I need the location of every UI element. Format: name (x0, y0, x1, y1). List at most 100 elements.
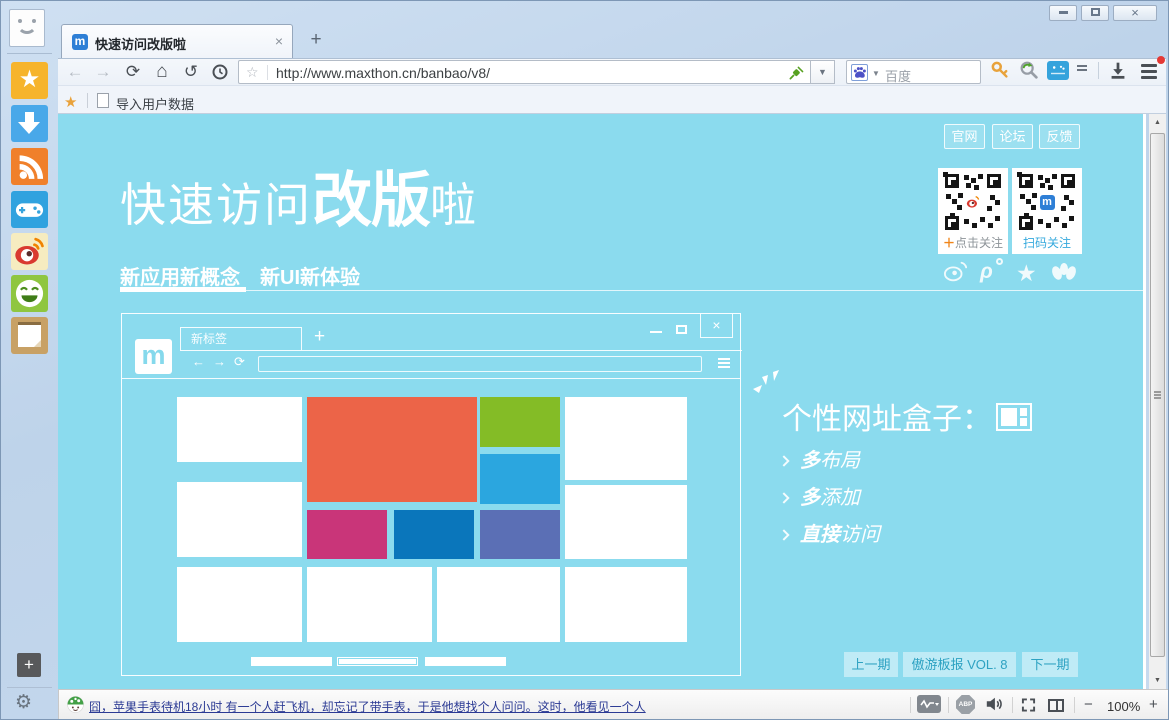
page-title: 快速访问改版啦 (120, 152, 478, 239)
back-button[interactable]: ← (63, 61, 87, 83)
prev-issue-button[interactable]: 上一期 (844, 652, 898, 677)
sidebar-emoji-button[interactable] (11, 275, 48, 312)
sidebar-downloads-button[interactable] (11, 105, 48, 142)
mockup-tile-darkblue[interactable] (394, 510, 474, 559)
sidebar-add-button[interactable]: + (17, 653, 41, 677)
mockup-tile[interactable] (177, 567, 302, 642)
active-tab-underline (120, 287, 246, 292)
close-button[interactable]: × (1113, 5, 1157, 21)
scroll-up-button[interactable]: ▲ (1149, 114, 1166, 131)
mock-new-tab-plus-icon[interactable]: + (314, 326, 325, 348)
main-menu-button[interactable] (1137, 59, 1163, 83)
zoom-out-button[interactable]: − (1084, 696, 1093, 713)
engine-dropdown-icon[interactable]: ▼ (872, 69, 880, 78)
feature-item-direct-visit[interactable]: 直接访问 (780, 518, 880, 547)
sniffer-button[interactable] (917, 695, 941, 713)
home-button[interactable]: ⌂ (150, 61, 174, 83)
qzone-star-icon[interactable]: ★ (1016, 260, 1046, 286)
passkeeper-button[interactable] (989, 59, 1015, 83)
adblock-plus-icon[interactable]: ABP (956, 695, 975, 714)
minimize-button[interactable] (1049, 5, 1077, 21)
bookmark-star-icon[interactable]: ☆ (246, 64, 259, 81)
sidebar-games-button[interactable] (11, 191, 48, 228)
mock-maximize-icon[interactable] (676, 325, 687, 334)
fullscreen-button[interactable] (1020, 697, 1037, 718)
mock-maxthon-logo-icon: m (135, 339, 172, 374)
new-tab-button[interactable]: + (303, 29, 329, 51)
page-indicator-active[interactable] (337, 657, 418, 666)
official-site-button[interactable]: 官网 (944, 124, 985, 149)
browser-tab[interactable]: m 快速访问改版啦 × (61, 24, 293, 58)
tab-new-app-concept[interactable]: 新应用新概念 (120, 261, 240, 290)
mockup-tile[interactable] (177, 482, 302, 557)
settings-gear-icon[interactable]: ⚙ (15, 691, 32, 714)
sidebar-favorites-button[interactable]: ★ (11, 62, 48, 99)
baidu-engine-icon[interactable] (851, 64, 868, 81)
zoom-in-button[interactable]: + (1149, 696, 1158, 713)
refresh-button[interactable]: ⟳ (121, 61, 145, 83)
user-avatar-button[interactable] (9, 9, 45, 47)
forum-button[interactable]: 论坛 (992, 124, 1033, 149)
wechat-qr-card[interactable]: m 扫码关注 (1012, 168, 1082, 254)
mock-back-icon[interactable]: ← (192, 354, 205, 369)
tab-new-ui-experience[interactable]: 新UI新体验 (260, 261, 360, 290)
pulse-icon (917, 695, 941, 713)
smiley-icon (11, 275, 48, 312)
feature-item-multi-add[interactable]: 多添加 (780, 481, 860, 510)
split-screen-button[interactable] (1048, 699, 1064, 712)
sidebar-weibo-button[interactable] (11, 233, 48, 270)
tab-title: 快速访问改版啦 (95, 34, 186, 53)
search-placeholder[interactable]: 百度 (885, 66, 911, 85)
vertical-scrollbar[interactable]: ▲ ▼ (1149, 114, 1166, 689)
mock-forward-icon[interactable]: → (213, 354, 226, 369)
url-text[interactable]: http://www.maxthon.cn/banbao/v8/ (276, 65, 490, 81)
tab-close-icon[interactable]: × (275, 33, 283, 49)
mock-minimize-icon[interactable] (650, 331, 662, 333)
mockup-tile[interactable] (437, 567, 560, 642)
scrollbar-thumb[interactable] (1150, 133, 1165, 657)
undo-button[interactable]: ↺ (179, 61, 203, 83)
mock-address-bar[interactable] (258, 356, 702, 372)
snap-plugin-icon[interactable] (788, 65, 804, 86)
weibo-share-icon[interactable] (942, 260, 972, 286)
downloads-button[interactable] (1107, 59, 1133, 83)
mockup-tile[interactable] (307, 567, 432, 642)
mock-menu-icon[interactable] (718, 358, 730, 360)
news-ticker-link[interactable]: 囧，苹果手表待机18小时 有一个人赶飞机，却忘记了带手表，于是他想找个人问问。这… (89, 698, 646, 715)
sound-mute-button[interactable] (984, 695, 1004, 718)
extensions-more-button[interactable] (1077, 63, 1087, 68)
mockup-tile-orange[interactable] (307, 397, 477, 502)
sidebar-notes-button[interactable] (11, 317, 48, 354)
mockup-tile[interactable] (565, 485, 687, 559)
skins-games-button[interactable] (1047, 61, 1069, 80)
mock-new-tab[interactable]: 新标签 (180, 327, 302, 351)
page-indicator[interactable] (251, 657, 332, 666)
mock-close-button[interactable]: × (700, 314, 733, 338)
address-dropdown-button[interactable]: ▼ (811, 60, 835, 84)
mock-refresh-icon[interactable]: ⟳ (234, 354, 245, 370)
page-indicator[interactable] (425, 657, 506, 666)
maximize-button[interactable] (1081, 5, 1109, 21)
mockup-tile-skyblue[interactable] (480, 454, 560, 504)
forward-button[interactable]: → (91, 61, 115, 83)
feature-item-multi-layout[interactable]: 多布局 (780, 444, 860, 473)
mockup-tile[interactable] (565, 567, 687, 642)
p-search-share-icon[interactable]: ρ (980, 260, 1010, 286)
community-paws-icon[interactable] (1050, 260, 1080, 286)
feedback-button[interactable]: 反馈 (1039, 124, 1080, 149)
favorites-star-icon[interactable]: ★ (64, 93, 77, 111)
address-bar[interactable]: ☆ http://www.maxthon.cn/banbao/v8/ (238, 60, 811, 84)
mockup-tile[interactable] (177, 397, 302, 462)
scroll-down-button[interactable]: ▼ (1149, 672, 1166, 689)
mockup-tile-green[interactable] (480, 397, 560, 447)
search-box[interactable]: ▼ 百度 (846, 60, 981, 84)
mockup-tile-pink[interactable] (307, 510, 387, 559)
supersearch-button[interactable] (1018, 59, 1044, 83)
weibo-qr-card[interactable]: ＋点击关注 (938, 168, 1008, 254)
mockup-tile[interactable] (565, 397, 687, 480)
mockup-tile-purple[interactable] (480, 510, 560, 559)
history-clock-button[interactable] (208, 61, 232, 83)
next-issue-button[interactable]: 下一期 (1022, 652, 1078, 677)
browser-window: × m 快速访问改版啦 × + ← → ⟳ ⌂ ↺ ☆ http://www.m… (0, 0, 1169, 720)
sidebar-rss-button[interactable] (11, 148, 48, 185)
